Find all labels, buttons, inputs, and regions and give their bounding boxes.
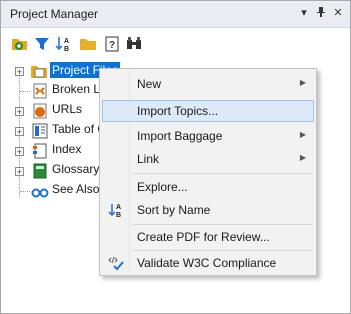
menu-item-label: New [137, 77, 162, 91]
svg-text:B: B [64, 46, 69, 53]
menu-item-link[interactable]: Link ▶ [102, 148, 314, 170]
context-menu: New ▶ Import Topics... Import Baggage ▶ … [99, 68, 317, 276]
tree-item-label: Glossary [52, 162, 100, 176]
submenu-arrow-icon: ▶ [299, 78, 306, 87]
menu-item-explore[interactable]: Explore... [102, 176, 314, 198]
svg-text:A: A [116, 204, 121, 211]
pin-icon[interactable] [316, 6, 326, 22]
submenu-arrow-icon: ▶ [299, 153, 306, 162]
menu-item-import-baggage[interactable]: Import Baggage ▶ [102, 125, 314, 147]
menu-item-validate-w3c[interactable]: Validate W3C Compliance [102, 252, 314, 274]
tree-item-glossary[interactable]: + Glossary [1, 161, 101, 181]
tree-item-label: Table of C [52, 122, 107, 136]
menu-item-label: Sort by Name [137, 203, 211, 217]
tree-item-urls[interactable]: + URLs [1, 101, 101, 121]
expand-icon[interactable]: + [15, 167, 24, 177]
tree-item-broken-links[interactable]: Broken Li [1, 81, 103, 101]
tree-item-index[interactable]: + Index [1, 141, 101, 161]
menu-item-new[interactable]: New ▶ [102, 73, 314, 95]
menu-separator [132, 250, 312, 251]
menu-item-label: Link [137, 152, 160, 166]
help-icon[interactable]: ? [103, 35, 121, 53]
menu-separator [132, 173, 312, 174]
urls-icon [31, 102, 49, 120]
tree-item-label: See Also [52, 182, 100, 196]
menu-item-label: Import Baggage [137, 129, 223, 143]
validate-icon [108, 255, 124, 271]
svg-text:B: B [116, 212, 121, 218]
expand-icon[interactable]: + [15, 147, 24, 157]
menu-item-sort-by-name[interactable]: AB Sort by Name [102, 199, 314, 221]
expand-icon[interactable]: + [15, 127, 24, 137]
add-folder-icon[interactable] [11, 35, 29, 53]
close-icon[interactable]: ✕ [333, 6, 343, 22]
dropdown-icon[interactable]: ▾ [299, 6, 309, 22]
panel-toolbar: AB ? [1, 28, 350, 58]
menu-separator [132, 224, 312, 225]
menu-item-label: Explore... [137, 180, 188, 194]
panel-title: Project Manager [10, 7, 99, 21]
menu-item-import-topics[interactable]: Import Topics... [102, 100, 314, 122]
expand-icon[interactable]: + [15, 67, 24, 77]
sort-icon[interactable]: AB [55, 35, 73, 53]
tree-item-label: Broken Li [52, 82, 103, 96]
menu-item-label: Import Topics... [137, 104, 219, 118]
svg-text:?: ? [109, 40, 115, 51]
svg-text:A: A [64, 38, 69, 45]
menu-item-label: Create PDF for Review... [137, 230, 270, 244]
expand-icon[interactable]: + [15, 107, 24, 117]
submenu-arrow-icon: ▶ [299, 130, 306, 139]
tree-item-table-of-contents[interactable]: + Table of C [1, 121, 106, 141]
sort-az-icon: AB [108, 202, 124, 219]
tree-item-see-also[interactable]: See Also [1, 181, 101, 201]
menu-item-label: Validate W3C Compliance [137, 256, 277, 270]
menu-item-create-pdf[interactable]: Create PDF for Review... [102, 226, 314, 248]
folder-icon[interactable] [79, 35, 97, 53]
index-icon [31, 142, 49, 160]
filter-icon[interactable] [33, 35, 51, 53]
title-buttons: ▾ ✕ [299, 6, 343, 22]
tree-item-label: URLs [52, 102, 83, 116]
glossary-icon [31, 162, 49, 180]
broken-links-icon [31, 82, 49, 100]
panel-titlebar: Project Manager ▾ ✕ [1, 1, 350, 28]
tree-item-label: Index [52, 142, 82, 156]
table-of-contents-icon [31, 122, 49, 140]
see-also-icon [31, 182, 49, 200]
find-icon[interactable] [125, 35, 143, 53]
project-files-icon [30, 62, 48, 80]
